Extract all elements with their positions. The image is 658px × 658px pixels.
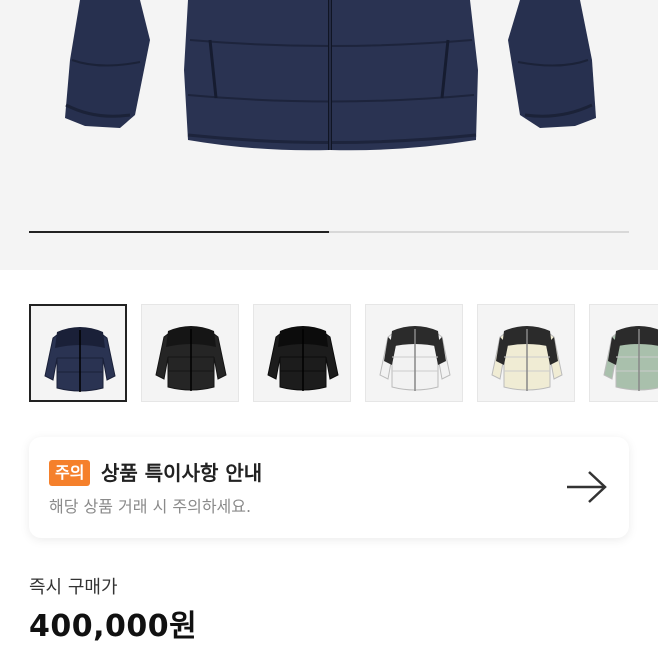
jacket-main-image [65, 0, 596, 151]
notice-title: 상품 특이사항 안내 [101, 461, 263, 485]
notice-badge: 주의 [49, 460, 91, 486]
jacket-thumbnail-image [379, 326, 451, 391]
thumbnail-cream[interactable] [477, 304, 575, 402]
thumbnail-navy[interactable] [29, 304, 127, 402]
jacket-thumbnail-image [155, 326, 227, 391]
notice-subtitle: 해당 상품 거래 시 주의하세요. [49, 497, 252, 516]
notice-card[interactable]: 주의 상품 특이사항 안내 해당 상품 거래 시 주의하세요. [29, 437, 629, 538]
thumbnail-white[interactable] [365, 304, 463, 402]
gallery-progress-fill [29, 231, 329, 233]
jacket-thumbnail-image [44, 327, 116, 392]
jacket-thumbnail-image [491, 326, 563, 391]
arrow-right-icon[interactable] [565, 469, 609, 505]
thumbnail-sage[interactable] [589, 304, 658, 402]
jacket-thumbnail-image [603, 326, 658, 391]
jacket-thumbnail-image [267, 326, 339, 391]
product-image-hero[interactable] [0, 0, 658, 270]
thumbnail-black[interactable] [141, 304, 239, 402]
thumbnail-black-shiny[interactable] [253, 304, 351, 402]
price-label: 즉시 구매가 [29, 577, 118, 598]
color-thumbnail-list [29, 304, 658, 404]
price-value: 400,000원 [29, 609, 198, 644]
gallery-progress-bar [29, 231, 629, 233]
